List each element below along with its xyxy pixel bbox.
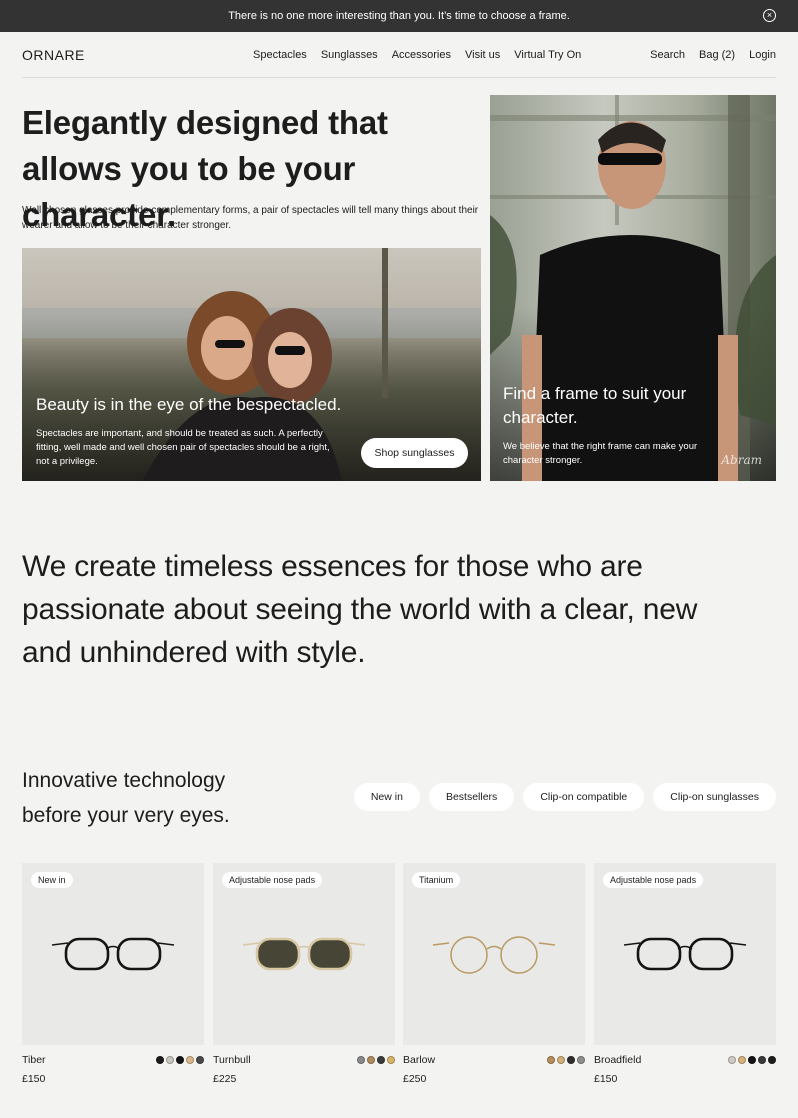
product-price: £150 <box>594 1073 618 1085</box>
color-swatch[interactable] <box>758 1056 766 1064</box>
brand-statement: We create timeless essences for those wh… <box>22 550 698 669</box>
product-name-row: Barlow <box>403 1054 585 1066</box>
announcement-text: There is no one more interesting than yo… <box>228 10 570 22</box>
card-title: Beauty is in the eye of the bespectacled… <box>36 395 342 414</box>
product-tag: Adjustable nose pads <box>603 872 704 888</box>
glasses-icon <box>51 937 175 971</box>
product-name[interactable]: Tiber <box>22 1054 46 1066</box>
announcement-bar: There is no one more interesting than yo… <box>0 0 798 32</box>
signature: Abram <box>721 453 762 467</box>
nav-virtual-try-on[interactable]: Virtual Try On <box>514 49 581 61</box>
product-image[interactable]: Titanium <box>403 863 585 1045</box>
product-name[interactable]: Barlow <box>403 1054 435 1066</box>
product-name[interactable]: Turnbull <box>213 1054 251 1066</box>
nav-sunglasses[interactable]: Sunglasses <box>321 49 378 61</box>
section-title: Innovative technology before your very e… <box>22 769 230 827</box>
color-swatches <box>547 1056 585 1064</box>
color-swatch[interactable] <box>166 1056 174 1064</box>
product-tag: Adjustable nose pads <box>222 872 323 888</box>
filter-bestsellers[interactable]: Bestsellers <box>428 783 515 811</box>
search-link[interactable]: Search <box>650 49 685 61</box>
filter-clip-on-compatible[interactable]: Clip-on compatible <box>523 783 645 811</box>
main-nav: Spectacles Sunglasses Accessories Visit … <box>253 49 581 61</box>
color-swatch[interactable] <box>577 1056 585 1064</box>
color-swatch[interactable] <box>738 1056 746 1064</box>
product-tag: Titanium <box>412 872 461 888</box>
product-image[interactable]: Adjustable nose pads <box>594 863 776 1045</box>
filter-clip-on-sunglasses[interactable]: Clip-on sunglasses <box>653 783 776 811</box>
color-swatches <box>357 1056 395 1064</box>
color-swatch[interactable] <box>387 1056 395 1064</box>
nav-visit-us[interactable]: Visit us <box>465 49 500 61</box>
product-name[interactable]: Broadfield <box>594 1054 641 1066</box>
color-swatch[interactable] <box>156 1056 164 1064</box>
site-header: ORNARE Spectacles Sunglasses Accessories… <box>22 32 776 78</box>
color-swatch[interactable] <box>186 1056 194 1064</box>
color-swatch[interactable] <box>196 1056 204 1064</box>
color-swatch[interactable] <box>367 1056 375 1064</box>
product-image[interactable]: New in <box>22 863 204 1045</box>
product-price: £250 <box>403 1073 427 1085</box>
color-swatch[interactable] <box>567 1056 575 1064</box>
color-swatch[interactable] <box>768 1056 776 1064</box>
product-tag: New in <box>31 872 73 888</box>
color-swatches <box>728 1056 776 1064</box>
glasses-icon <box>432 936 556 974</box>
login-link[interactable]: Login <box>749 49 776 61</box>
filter-new-in[interactable]: New in <box>353 783 420 811</box>
product-name-row: Tiber <box>22 1054 204 1066</box>
card-title: Find a frame to suit your character. <box>503 384 687 427</box>
hero-card-couple[interactable]: Beauty is in the eye of the bespectacled… <box>22 248 481 481</box>
product-price: £150 <box>22 1073 46 1085</box>
product-name-row: Broadfield <box>594 1054 776 1066</box>
card-text: We believe that the right frame can make… <box>503 441 698 466</box>
color-swatches <box>156 1056 204 1064</box>
glasses-icon <box>623 937 747 971</box>
product-card[interactable]: Titanium Barlow £250 <box>403 863 585 1085</box>
color-swatch[interactable] <box>748 1056 756 1064</box>
shop-sunglasses-button[interactable]: Shop sunglasses <box>361 438 468 468</box>
utility-nav: Search Bag (2) Login <box>650 49 776 61</box>
hero-subtitle: Well chosen glasses provide complementar… <box>22 205 479 231</box>
nav-accessories[interactable]: Accessories <box>392 49 451 61</box>
color-swatch[interactable] <box>547 1056 555 1064</box>
product-price: £225 <box>213 1073 237 1085</box>
product-card[interactable]: Adjustable nose pads Turnbull £225 <box>213 863 395 1085</box>
product-card[interactable]: New in Tiber £150 <box>22 863 204 1085</box>
glasses-icon <box>242 937 366 971</box>
color-swatch[interactable] <box>557 1056 565 1064</box>
product-name-row: Turnbull <box>213 1054 395 1066</box>
product-image[interactable]: Adjustable nose pads <box>213 863 395 1045</box>
color-swatch[interactable] <box>357 1056 365 1064</box>
nav-spectacles[interactable]: Spectacles <box>253 49 307 61</box>
card-text: Spectacles are important, and should be … <box>36 428 330 467</box>
color-swatch[interactable] <box>728 1056 736 1064</box>
hero-card-man[interactable]: Find a frame to suit your character. We … <box>490 95 776 481</box>
close-icon[interactable]: × <box>763 9 776 22</box>
logo[interactable]: ORNARE <box>22 47 85 63</box>
color-swatch[interactable] <box>377 1056 385 1064</box>
product-card[interactable]: Adjustable nose pads Broadfield £150 <box>594 863 776 1085</box>
color-swatch[interactable] <box>176 1056 184 1064</box>
bag-link[interactable]: Bag (2) <box>699 49 735 61</box>
filter-bar: New in Bestsellers Clip-on compatible Cl… <box>353 783 776 811</box>
